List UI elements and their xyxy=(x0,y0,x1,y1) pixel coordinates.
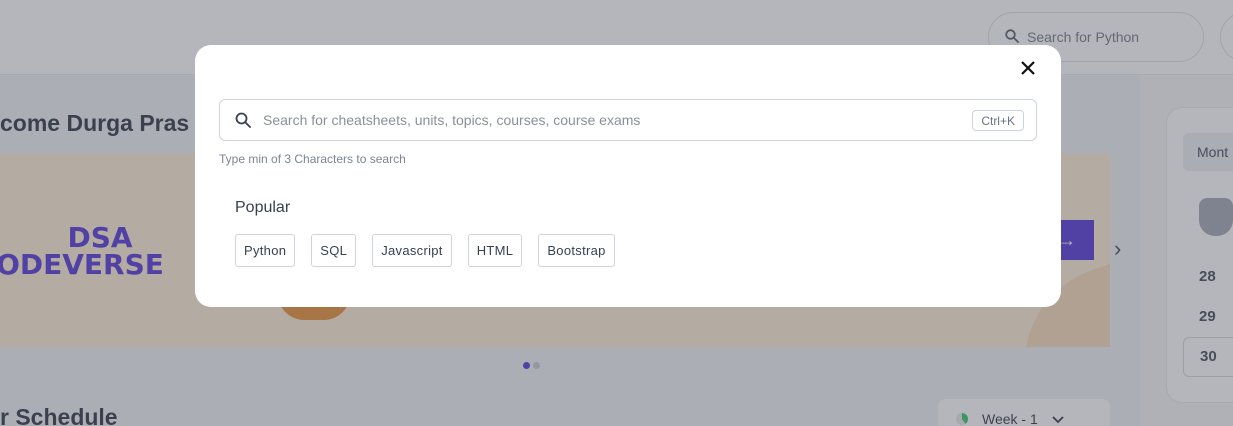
popular-chip-javascript[interactable]: Javascript xyxy=(372,234,452,267)
popular-heading: Popular xyxy=(235,199,291,216)
close-button[interactable] xyxy=(1017,59,1039,81)
search-icon xyxy=(235,112,251,128)
popular-chips: Python SQL Javascript HTML Bootstrap xyxy=(235,234,615,267)
popular-chip-bootstrap[interactable]: Bootstrap xyxy=(538,234,615,267)
popular-chip-python[interactable]: Python xyxy=(235,234,296,267)
search-hint: Type min of 3 Characters to search xyxy=(219,152,406,166)
search-input[interactable] xyxy=(263,112,953,128)
popular-chip-html[interactable]: HTML xyxy=(467,234,523,267)
close-icon xyxy=(1021,60,1035,80)
modal-search-box[interactable]: Ctrl+K xyxy=(219,99,1037,141)
search-modal: Ctrl+K Type min of 3 Characters to searc… xyxy=(195,45,1061,307)
keyboard-shortcut-badge: Ctrl+K xyxy=(972,110,1024,131)
popular-chip-sql[interactable]: SQL xyxy=(311,234,357,267)
